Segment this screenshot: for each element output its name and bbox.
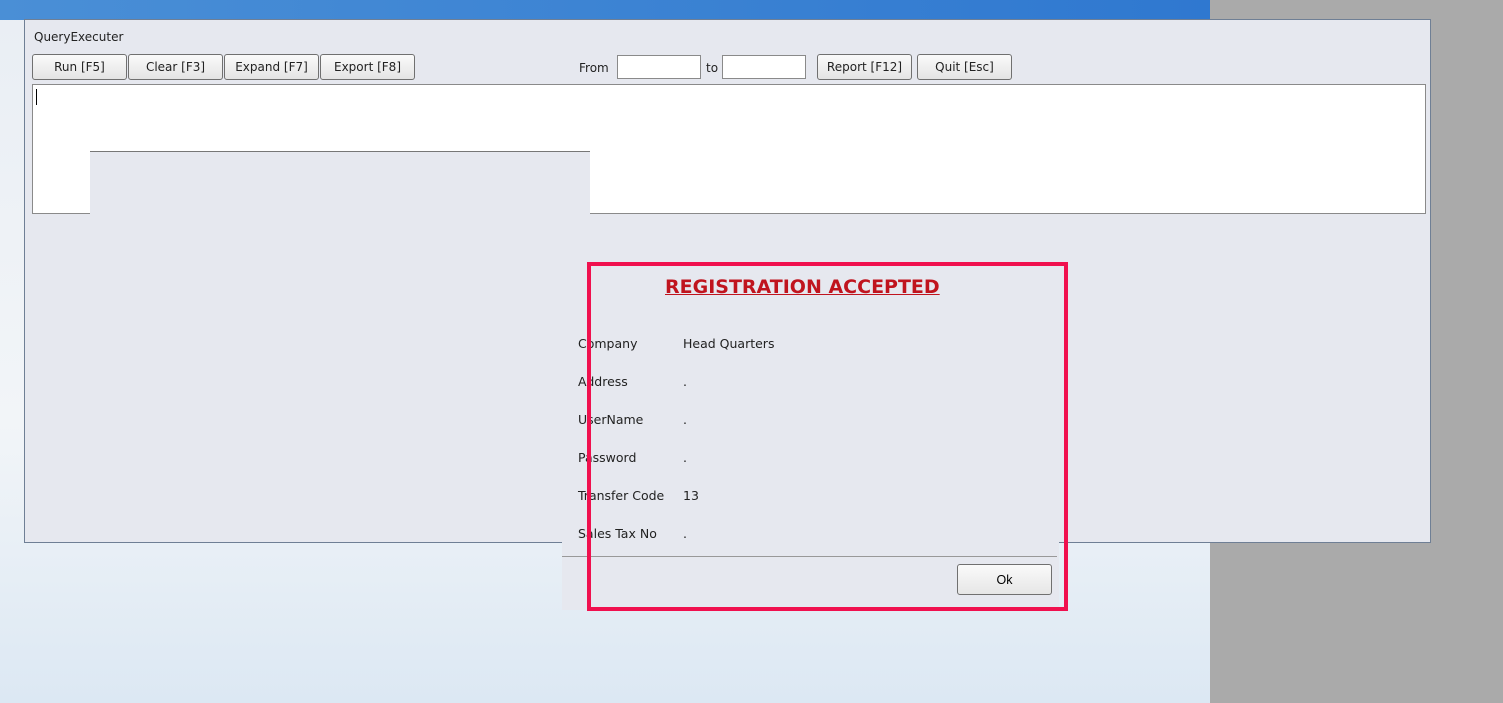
quit-button[interactable]: Quit [Esc] bbox=[917, 54, 1012, 80]
background-panel bbox=[90, 151, 590, 216]
export-button[interactable]: Export [F8] bbox=[320, 54, 415, 80]
window-title: QueryExecuter bbox=[34, 30, 124, 44]
expand-button[interactable]: Expand [F7] bbox=[224, 54, 319, 80]
from-date-input[interactable] bbox=[617, 55, 701, 79]
clear-button[interactable]: Clear [F3] bbox=[128, 54, 223, 80]
report-button[interactable]: Report [F12] bbox=[817, 54, 912, 80]
to-label: to bbox=[706, 61, 719, 75]
text-caret bbox=[36, 89, 37, 105]
from-label: From bbox=[579, 61, 609, 75]
highlight-box bbox=[587, 262, 1068, 611]
run-button[interactable]: Run [F5] bbox=[32, 54, 127, 80]
to-date-input[interactable] bbox=[722, 55, 806, 79]
desktop-background bbox=[0, 0, 1210, 20]
